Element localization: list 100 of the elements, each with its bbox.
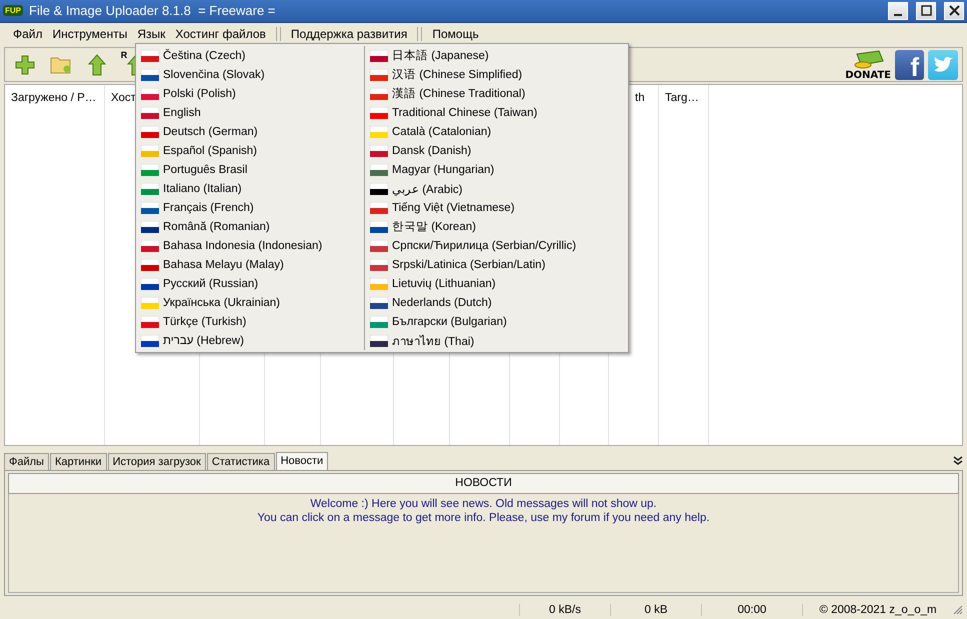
column-header[interactable]: Targ… (659, 85, 708, 112)
twitter-button[interactable] (928, 50, 958, 80)
window-title: File & Image Uploader 8.1.8 = Freeware = (29, 3, 276, 18)
language-item[interactable]: Français (French) (138, 198, 362, 217)
language-item[interactable]: 한국말 (Korean) (367, 217, 626, 236)
flag-icon (141, 334, 159, 346)
language-item[interactable]: عربي (Arabic) (367, 179, 626, 198)
maximize-button[interactable] (916, 2, 936, 20)
language-item[interactable]: Bahasa Melayu (Malay) (138, 255, 362, 274)
language-item[interactable]: Polski (Polish) (138, 84, 362, 103)
flag-icon (370, 296, 388, 308)
news-header: НОВОСТИ (8, 472, 959, 494)
language-item[interactable]: Español (Spanish) (138, 141, 362, 160)
flag-icon (370, 50, 388, 62)
status-text: 00:00 (701, 604, 802, 616)
menu-item[interactable]: Поддержка развития (286, 26, 412, 41)
menu-item[interactable]: Инструменты (48, 26, 132, 41)
flag-icon (370, 68, 388, 80)
language-item[interactable]: English (138, 103, 362, 122)
resize-grip-icon[interactable] (953, 604, 963, 615)
language-label: Slovenčina (Slovak) (163, 68, 265, 80)
language-item[interactable]: Српски/Ћирилица (Serbian/Cyrillic) (367, 236, 626, 255)
tab[interactable]: История загрузок (108, 452, 206, 470)
language-item[interactable]: Deutsch (German) (138, 122, 362, 141)
language-item[interactable]: עברית (Hebrew) (138, 331, 362, 350)
language-label: Dansk (Danish) (392, 144, 472, 156)
language-label: 日本語 (Japanese) (392, 48, 489, 63)
folder-icon (50, 54, 72, 75)
flag-icon (141, 240, 159, 252)
app-logo: FUP (3, 5, 23, 16)
language-item[interactable]: Български (Bulgarian) (367, 312, 626, 331)
news-message[interactable]: You can click on a message to get more info. Please, use my forum if you need any help. (257, 512, 710, 524)
badge-letter: R (120, 50, 128, 60)
news-message[interactable]: Welcome :) Here you will see news. Old messages will not show up. (310, 498, 657, 510)
language-item[interactable]: Magyar (Hungarian) (367, 160, 626, 179)
close-icon (948, 5, 960, 16)
menu-item[interactable]: Помощь (427, 26, 484, 41)
language-label: Polski (Polish) (163, 88, 236, 100)
menu-item[interactable]: Файл (8, 26, 48, 41)
language-label: Português Brasil (163, 164, 248, 176)
double-chevron-icon[interactable] (953, 456, 963, 466)
flag-icon (370, 182, 388, 194)
tab[interactable]: Статистика (206, 452, 275, 470)
language-item[interactable]: Slovenčina (Slovak) (138, 65, 362, 84)
minimize-button[interactable] (888, 2, 908, 20)
language-item[interactable]: ภาษาไทย (Thai) (367, 331, 626, 350)
status-text: 0 kB (610, 604, 701, 616)
menu-item[interactable]: Хостинг файлов (170, 26, 271, 41)
facebook-button[interactable]: f (895, 50, 924, 80)
tab[interactable]: Новости (276, 452, 328, 470)
language-item[interactable]: Русский (Russian) (138, 274, 362, 293)
flag-icon (141, 296, 159, 308)
language-item[interactable]: Português Brasil (138, 160, 362, 179)
tab[interactable]: Файлы (4, 452, 49, 470)
language-item[interactable]: 汉语 (Chinese Simplified) (367, 65, 626, 84)
language-item[interactable]: Čeština (Czech) (138, 46, 362, 65)
flag-icon (141, 278, 159, 290)
language-item[interactable]: Traditional Chinese (Taiwan) (367, 103, 626, 122)
close-button[interactable] (944, 2, 964, 20)
flag-icon (370, 240, 388, 252)
flag-icon (370, 316, 388, 328)
flag-icon (141, 88, 159, 100)
language-label: Bahasa Melayu (Malay) (163, 258, 284, 270)
language-label: Italiano (Italian) (163, 182, 242, 194)
language-item[interactable]: Română (Romanian) (138, 217, 362, 236)
language-item[interactable]: Bahasa Indonesia (Indonesian) (138, 236, 362, 255)
column-header[interactable]: Загружено / Р… (5, 85, 104, 112)
language-item[interactable]: Lietuvių (Lithuanian) (367, 274, 626, 293)
language-item[interactable]: Italiano (Italian) (138, 179, 362, 198)
flag-icon (141, 316, 159, 328)
tab[interactable]: Картинки (50, 452, 107, 470)
language-label: Čeština (Czech) (163, 50, 246, 62)
language-item[interactable]: Dansk (Danish) (367, 141, 626, 160)
language-item[interactable]: Srpski/Latinica (Serbian/Latin) (367, 255, 626, 274)
language-label: Українська (Ukrainian) (163, 296, 280, 308)
language-item[interactable]: 日本語 (Japanese) (367, 46, 626, 65)
flag-icon (141, 144, 159, 156)
language-label: Español (Spanish) (163, 144, 257, 156)
language-item[interactable]: Tiếng Việt (Vietnamese) (367, 198, 626, 217)
language-item[interactable]: Nederlands (Dutch) (367, 293, 626, 312)
flag-icon (370, 106, 388, 118)
language-label: עברית (Hebrew) (163, 334, 244, 346)
language-label: Srpski/Latinica (Serbian/Latin) (392, 258, 546, 270)
flag-icon (370, 258, 388, 270)
status-text: © 2008-2021 z_o_o_m (802, 604, 953, 616)
flag-icon (370, 126, 388, 138)
flag-icon (141, 220, 159, 232)
flag-icon (141, 164, 159, 176)
menu-item[interactable]: Язык (132, 26, 170, 41)
flag-icon (141, 182, 159, 194)
flag-icon (370, 164, 388, 176)
language-item[interactable]: Українська (Ukrainian) (138, 293, 362, 312)
language-label: Русский (Russian) (163, 278, 258, 290)
language-label: Български (Bulgarian) (392, 316, 507, 328)
language-label: 漢語 (Chinese Traditional) (392, 86, 526, 101)
language-item[interactable]: Türkçe (Turkish) (138, 312, 362, 331)
donate-button[interactable]: DONATE (845, 48, 891, 81)
language-item[interactable]: Català (Catalonian) (367, 122, 626, 141)
language-item[interactable]: 漢語 (Chinese Traditional) (367, 84, 626, 103)
up-arrow-icon (88, 54, 106, 76)
